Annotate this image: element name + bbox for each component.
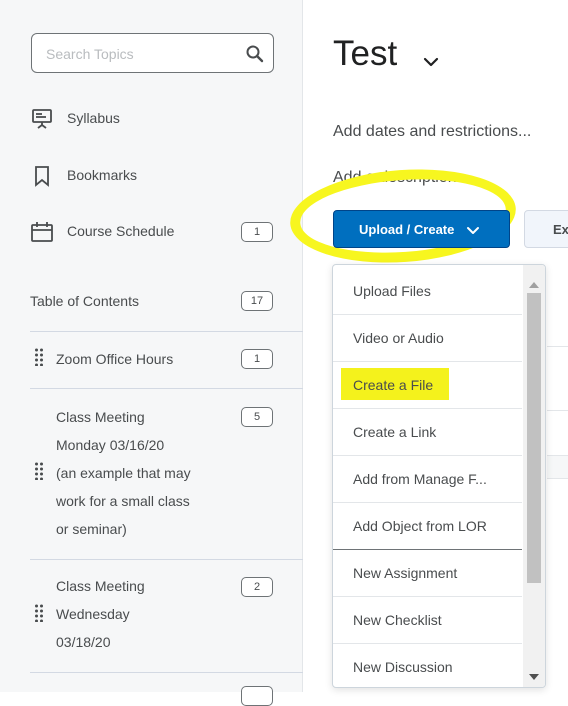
toc-count-badge: 17 bbox=[241, 291, 273, 311]
scroll-down-arrow-icon[interactable] bbox=[529, 667, 539, 685]
module-title-line: Class Meeting bbox=[56, 409, 145, 425]
module-count-badge: 1 bbox=[241, 349, 273, 369]
dropdown-scrollbar[interactable] bbox=[523, 265, 545, 687]
sidebar-item-label: Course Schedule bbox=[67, 223, 175, 239]
drag-handle-icon[interactable] bbox=[34, 462, 44, 485]
search-topics-input[interactable] bbox=[44, 43, 238, 65]
menu-item-new-assignment[interactable]: New Assignment bbox=[333, 549, 522, 597]
menu-item-create-a-link[interactable]: Create a Link bbox=[333, 408, 522, 456]
table-of-contents-label[interactable]: Table of Contents bbox=[30, 293, 139, 309]
menu-item-video-or-audio[interactable]: Video or Audio bbox=[333, 314, 522, 362]
module-title-line: Class Meeting bbox=[56, 578, 145, 594]
module-title: Class Meeting Monday 03/16/20 (an exampl… bbox=[56, 403, 226, 543]
menu-item-label: Create a File bbox=[353, 377, 434, 393]
item-count-badge: 1 bbox=[241, 222, 273, 242]
menu-item-add-from-manage-files[interactable]: Add from Manage F... bbox=[333, 455, 522, 503]
page-title: Test bbox=[333, 34, 398, 73]
background-row-divider bbox=[547, 410, 568, 411]
menu-item-label: Add Object from LOR bbox=[353, 518, 487, 534]
drag-handle-icon[interactable] bbox=[34, 604, 44, 627]
module-count-badge: 5 bbox=[241, 407, 273, 427]
divider bbox=[30, 388, 303, 389]
module-title: Zoom Office Hours bbox=[56, 345, 226, 373]
module-title-line: 03/18/20 bbox=[56, 634, 111, 650]
sidebar-item-syllabus[interactable]: Syllabus bbox=[30, 104, 280, 134]
sidebar-item-bookmarks[interactable]: Bookmarks bbox=[30, 161, 280, 191]
sidebar-item-label: Syllabus bbox=[67, 110, 120, 126]
menu-item-new-discussion[interactable]: New Discussion bbox=[333, 643, 522, 687]
menu-item-label: Upload Files bbox=[353, 283, 431, 299]
module-title-line: or seminar) bbox=[56, 521, 127, 537]
menu-item-label: New Checklist bbox=[353, 612, 442, 628]
background-row bbox=[547, 455, 568, 479]
upload-create-label: Upload / Create bbox=[359, 222, 455, 237]
menu-item-label: Video or Audio bbox=[353, 330, 444, 346]
menu-item-label: Add from Manage F... bbox=[353, 471, 487, 487]
sidebar-item-label: Bookmarks bbox=[67, 167, 138, 183]
module-count-badge-partial bbox=[241, 686, 273, 706]
search-icon[interactable] bbox=[245, 44, 265, 69]
scrollbar-thumb[interactable] bbox=[527, 293, 541, 583]
existing-activities-button[interactable]: Ex bbox=[524, 210, 568, 248]
module-title-line: (an example that may bbox=[56, 465, 191, 481]
sidebar-item-course-schedule[interactable]: Course Schedule 1 bbox=[30, 217, 275, 247]
module-title-line: work for a small class bbox=[56, 493, 190, 509]
table-of-contents-sidebar: Syllabus Bookmarks Course Schedule 1 Tab… bbox=[0, 0, 303, 706]
menu-item-label: Create a Link bbox=[353, 424, 437, 440]
menu-item-create-a-file[interactable]: Create a File bbox=[333, 361, 522, 409]
menu-item-upload-files[interactable]: Upload Files bbox=[333, 267, 522, 315]
background-row-divider bbox=[547, 346, 568, 347]
module-title-line: Wednesday bbox=[56, 606, 130, 622]
add-dates-link[interactable]: Add dates and restrictions... bbox=[333, 123, 531, 141]
presentation-board-icon bbox=[30, 107, 54, 136]
existing-activities-label: Ex bbox=[553, 222, 568, 237]
divider bbox=[30, 331, 303, 332]
menu-item-label: New Assignment bbox=[353, 565, 458, 581]
upload-create-button[interactable]: Upload / Create bbox=[333, 210, 510, 248]
search-topics-box[interactable] bbox=[31, 33, 274, 73]
module-title-line: Zoom Office Hours bbox=[56, 351, 174, 367]
divider bbox=[30, 559, 303, 560]
upload-create-dropdown-menu: Upload Files Video or Audio Create a Fil… bbox=[332, 264, 546, 688]
bookmark-icon bbox=[30, 164, 54, 193]
module-title-line: Monday 03/16/20 bbox=[56, 437, 165, 453]
module-title: Class Meeting Wednesday 03/18/20 bbox=[56, 572, 226, 656]
chevron-down-icon[interactable] bbox=[423, 55, 439, 73]
divider bbox=[30, 672, 303, 673]
chevron-down-icon bbox=[466, 224, 480, 239]
menu-item-add-object-from-lor[interactable]: Add Object from LOR bbox=[333, 502, 522, 550]
scroll-up-arrow-icon[interactable] bbox=[529, 275, 539, 293]
menu-item-label: New Discussion bbox=[353, 659, 453, 675]
module-count-badge: 2 bbox=[241, 577, 273, 597]
menu-item-new-checklist[interactable]: New Checklist bbox=[333, 596, 522, 644]
calendar-icon bbox=[30, 220, 54, 249]
drag-handle-icon[interactable] bbox=[34, 348, 44, 371]
